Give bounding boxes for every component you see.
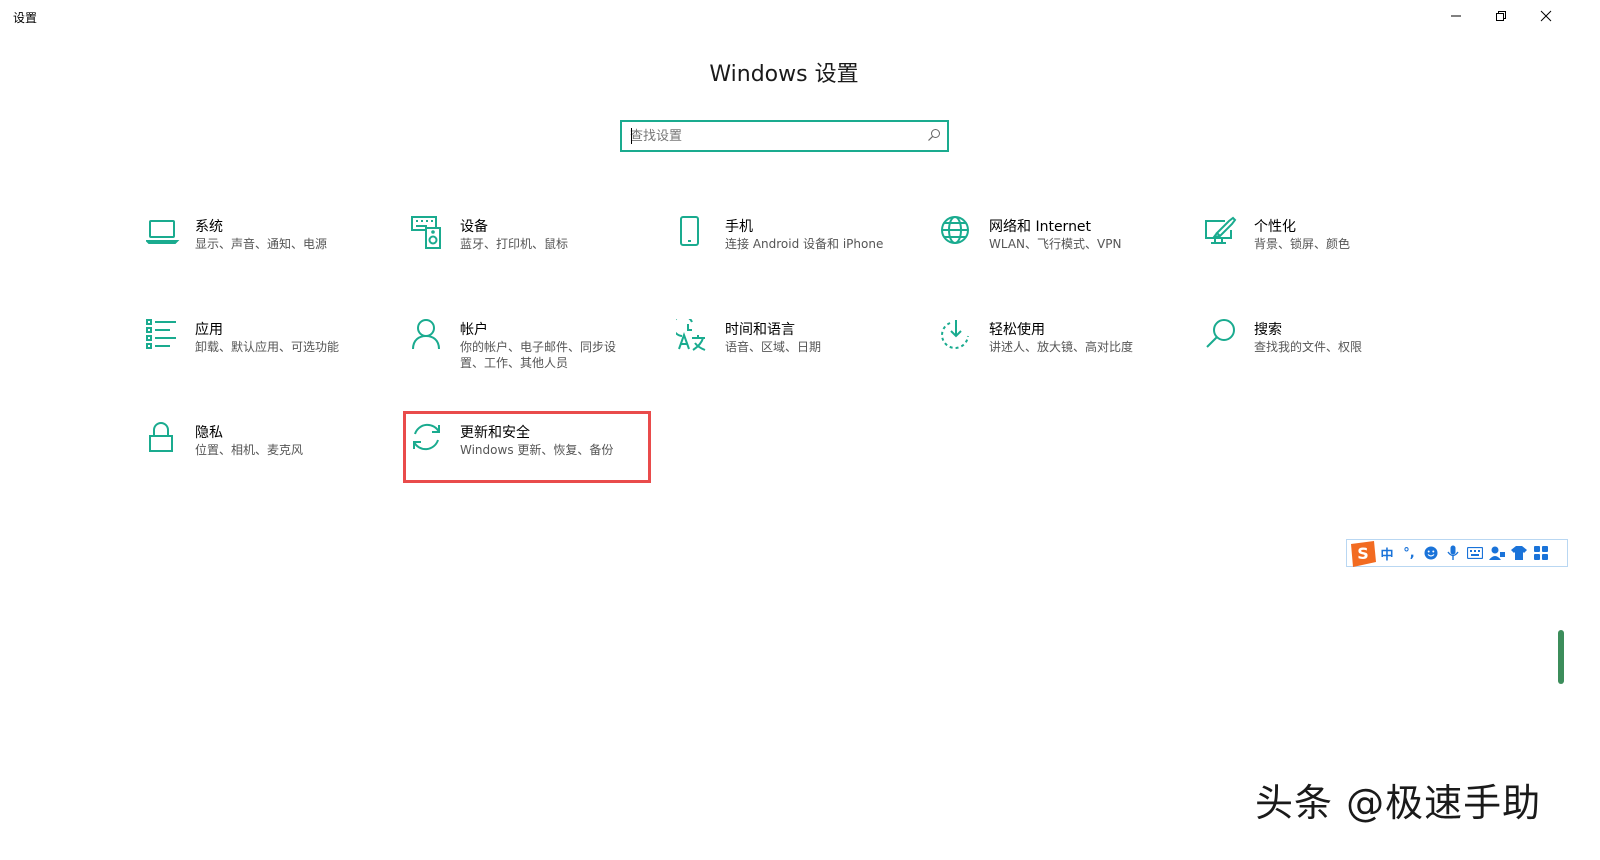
- tile-description: WLAN、飞行模式、VPN: [989, 237, 1122, 251]
- tile-privacy[interactable]: 隐私 位置、相机、麦克风: [146, 422, 386, 484]
- ime-mode[interactable]: 中: [1376, 540, 1398, 566]
- tile-description: 蓝牙、打印机、鼠标: [460, 237, 569, 251]
- tile-description: 卸载、默认应用、可选功能: [195, 340, 340, 354]
- person-icon: [411, 319, 445, 353]
- magnifier-icon: [1205, 319, 1239, 353]
- tile-phone[interactable]: 手机 连接 Android 设备和 iPhone: [676, 216, 916, 278]
- tile-network[interactable]: 网络和 Internet WLAN、飞行模式、VPN: [940, 216, 1180, 278]
- user-icon[interactable]: [1486, 540, 1508, 566]
- window-title: 设置: [13, 11, 38, 25]
- watermark: 头条 @极速手助: [1255, 781, 1542, 825]
- tile-description: 位置、相机、麦克风: [195, 443, 304, 457]
- tile-description: 查找我的文件、权限: [1254, 340, 1363, 354]
- tile-title: 隐私: [195, 425, 223, 441]
- keyboard-icon[interactable]: [1464, 540, 1486, 566]
- tile-title: 网络和 Internet: [989, 219, 1092, 235]
- minimize-button[interactable]: [1433, 0, 1479, 32]
- tile-devices[interactable]: 设备 蓝牙、打印机、鼠标: [411, 216, 651, 278]
- tile-title: 设备: [460, 219, 488, 235]
- ime-toolbar[interactable]: S 中 °,: [1346, 539, 1568, 567]
- tile-description: 语音、区域、日期: [725, 340, 822, 354]
- tile-description: 显示、声音、通知、电源: [195, 237, 328, 251]
- minimize-icon: [1451, 15, 1461, 17]
- ime-punctuation[interactable]: °,: [1398, 540, 1420, 566]
- close-button[interactable]: [1523, 0, 1569, 32]
- text-caret: [631, 128, 632, 144]
- laptop-icon: [146, 216, 180, 250]
- restore-icon: [1496, 11, 1506, 21]
- sogou-logo-icon[interactable]: S: [1348, 540, 1376, 567]
- tile-ease-of-access[interactable]: 轻松使用 讲述人、放大镜、高对比度: [940, 319, 1180, 381]
- app-list-icon: [146, 319, 180, 353]
- tile-description: 背景、锁屏、颜色: [1254, 237, 1351, 251]
- tile-title: 系统: [195, 219, 223, 235]
- microphone-icon[interactable]: [1442, 540, 1464, 566]
- search-input[interactable]: [630, 126, 920, 146]
- scrollbar-thumb[interactable]: [1558, 630, 1564, 684]
- tile-description: 讲述人、放大镜、高对比度: [989, 340, 1134, 354]
- tile-title: 时间和语言: [725, 322, 795, 338]
- skin-icon[interactable]: [1508, 540, 1530, 566]
- phone-icon: [676, 216, 710, 250]
- tile-time-language[interactable]: 时间和语言 语音、区域、日期: [676, 319, 916, 381]
- tile-title: 搜索: [1254, 322, 1282, 338]
- tile-description: 连接 Android 设备和 iPhone: [725, 237, 884, 251]
- tile-title: 个性化: [1254, 219, 1296, 235]
- tile-title: 轻松使用: [989, 322, 1045, 338]
- tile-system[interactable]: 系统 显示、声音、通知、电源: [146, 216, 386, 278]
- paint-pen-icon: [1205, 216, 1239, 250]
- tile-title: 帐户: [460, 322, 488, 338]
- tile-search[interactable]: 搜索 查找我的文件、权限: [1205, 319, 1445, 381]
- tile-personalization[interactable]: 个性化 背景、锁屏、颜色: [1205, 216, 1445, 278]
- svg-text:S: S: [1357, 544, 1369, 563]
- globe-icon: [940, 216, 974, 250]
- keyboard-speaker-icon: [411, 216, 445, 250]
- search-icon[interactable]: [927, 128, 941, 142]
- page-title: Windows 设置: [709, 62, 859, 87]
- close-icon: [1540, 10, 1552, 22]
- title-bar: 设置: [0, 0, 1600, 32]
- tile-accounts[interactable]: 帐户 你的帐户、电子邮件、同步设置、工作、其他人员: [411, 319, 651, 381]
- search-box[interactable]: [620, 120, 949, 152]
- tile-title: 应用: [195, 322, 223, 338]
- restore-button[interactable]: [1478, 0, 1524, 32]
- tile-apps[interactable]: 应用 卸载、默认应用、可选功能: [146, 319, 386, 381]
- tile-description: 你的帐户、电子邮件、同步设置、工作、其他人员: [460, 340, 617, 370]
- emoji-icon[interactable]: [1420, 540, 1442, 566]
- grid-icon[interactable]: [1530, 540, 1552, 566]
- time-language-icon: [676, 319, 710, 353]
- tile-title: 手机: [725, 219, 753, 235]
- lock-icon: [146, 422, 180, 456]
- ease-of-access-icon: [940, 319, 974, 353]
- highlight-annotation: [403, 411, 651, 483]
